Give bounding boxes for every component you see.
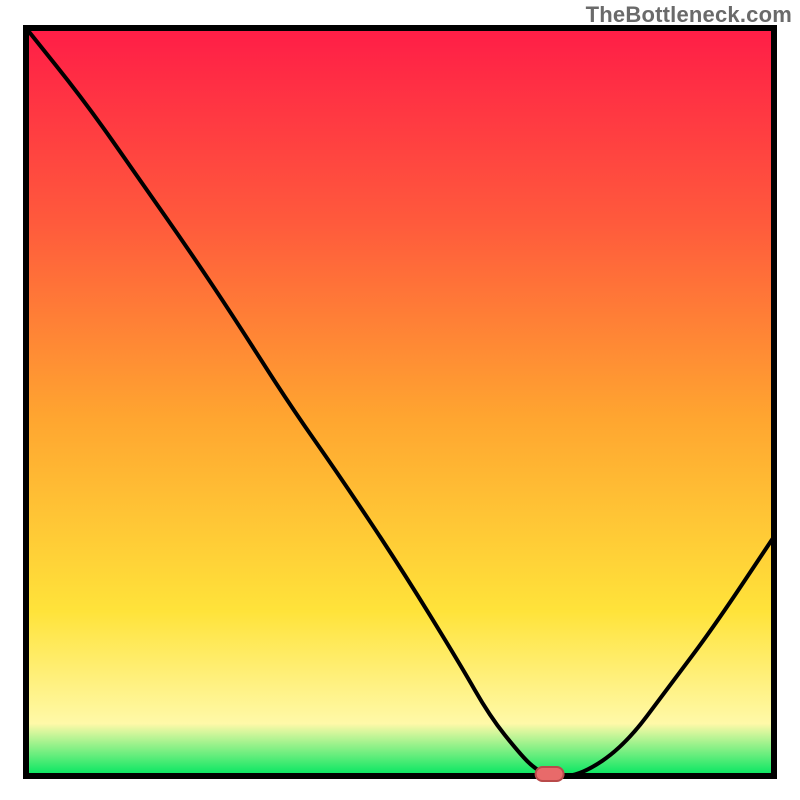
gradient-background (26, 28, 774, 776)
chart-container: TheBottleneck.com (0, 0, 800, 800)
plot-area (26, 28, 774, 776)
optimal-marker (536, 767, 564, 781)
chart-svg (0, 0, 800, 800)
